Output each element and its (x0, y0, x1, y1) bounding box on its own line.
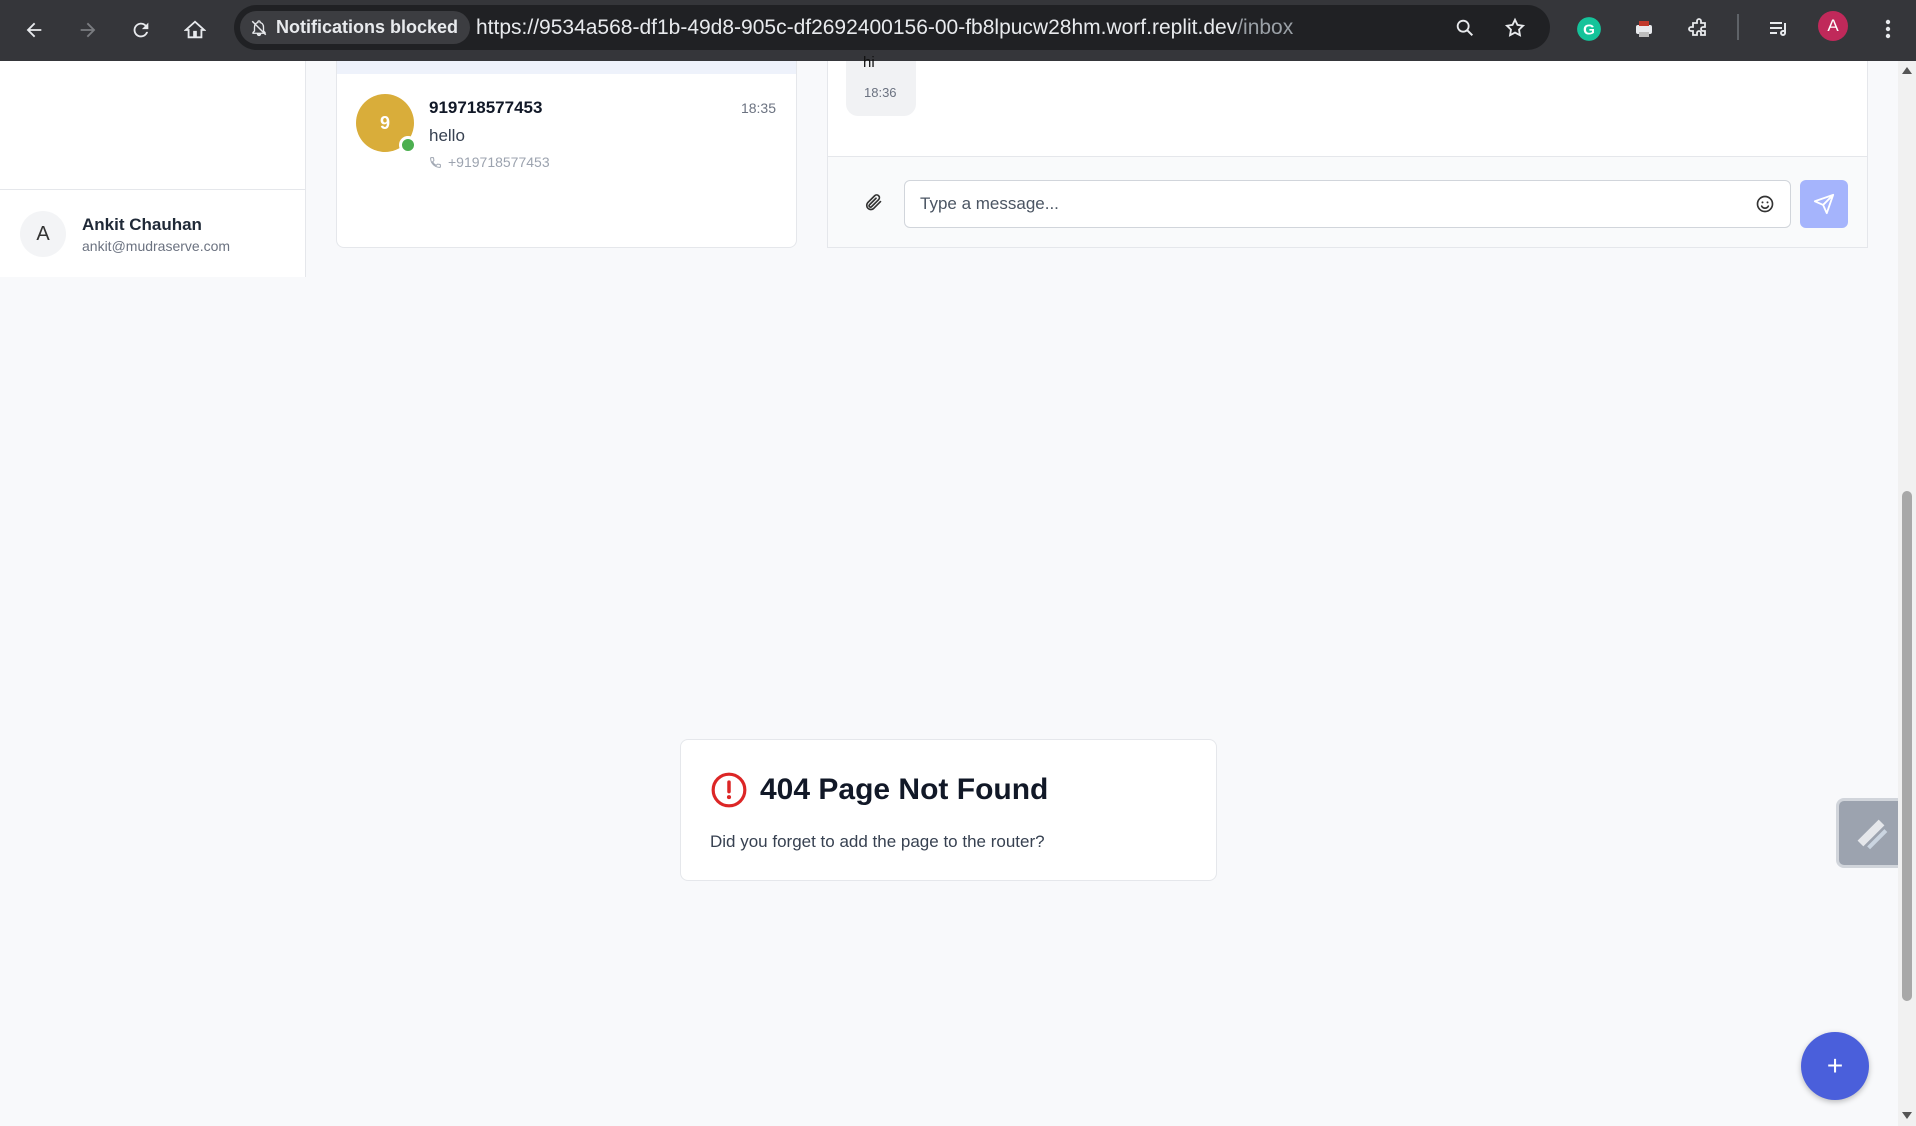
chat-panel: hi 18:36 (827, 54, 1868, 248)
extensions-button[interactable] (1682, 12, 1716, 46)
send-icon (1813, 193, 1835, 215)
sidebar: A Ankit Chauhan ankit@mudraserve.com (0, 61, 306, 277)
browser-menu-button[interactable] (1871, 12, 1905, 46)
paperclip-icon (865, 194, 882, 211)
smiley-icon (1756, 195, 1774, 213)
not-found-description: Did you forget to add the page to the ro… (710, 832, 1045, 851)
cast-extension[interactable] (1627, 12, 1661, 46)
emoji-button[interactable] (1753, 192, 1777, 216)
zoom-button[interactable] (1452, 15, 1478, 41)
replit-badge[interactable] (1836, 798, 1906, 868)
playlist-icon (1770, 22, 1786, 36)
page-scrollbar[interactable] (1898, 61, 1916, 1126)
current-user[interactable]: A Ankit Chauhan ankit@mudraserve.com (20, 211, 230, 257)
notifications-blocked-chip[interactable]: Notifications blocked (240, 11, 471, 44)
conversation-list: 9 919718577453 18:35 hello +919718577453 (336, 61, 797, 248)
contact-phone: +919718577453 (429, 154, 550, 170)
svg-text:G: G (1583, 21, 1595, 38)
contact-name: 919718577453 (429, 98, 543, 117)
message-text: hi (863, 54, 875, 71)
message-time: 18:36 (864, 85, 897, 100)
attach-button[interactable] (858, 187, 888, 217)
not-found-title: 404 Page Not Found (760, 773, 1049, 806)
forward-button[interactable] (70, 12, 106, 48)
reload-icon (133, 22, 149, 38)
user-info: Ankit Chauhan ankit@mudraserve.com (82, 215, 230, 254)
message-composer (828, 156, 1867, 247)
grammarly-icon: G (1577, 17, 1601, 41)
new-conversation-fab[interactable]: + (1801, 1032, 1869, 1100)
arrow-left-icon (26, 22, 42, 38)
url-text: https://9534a568-df1b-49d8-905c-df269240… (476, 16, 1293, 40)
sidebar-divider (0, 189, 306, 190)
arrow-right-icon (80, 22, 96, 38)
user-avatar: A (20, 211, 66, 257)
notifications-blocked-label: Notifications blocked (276, 17, 459, 37)
user-name: Ankit Chauhan (82, 214, 202, 234)
url-path: /inbox (1237, 16, 1294, 39)
alert-circle-icon (711, 772, 747, 808)
home-button[interactable] (177, 12, 213, 48)
app-page: A Ankit Chauhan ankit@mudraserve.com 9 9… (0, 54, 1906, 1126)
star-icon (1504, 17, 1526, 37)
contact-phone-text: +919718577453 (448, 154, 550, 170)
grammarly-extension[interactable]: G (1572, 12, 1606, 46)
not-found-header: 404 Page Not Found (710, 771, 1048, 809)
conversation-item[interactable]: 9 919718577453 18:35 hello +919718577453 (337, 74, 796, 174)
scroll-up-arrow[interactable] (1902, 67, 1912, 74)
puzzle-icon (1688, 18, 1706, 36)
magnifier-icon (1456, 19, 1474, 37)
send-button[interactable] (1800, 180, 1848, 228)
address-bar[interactable]: Notifications blocked https://9534a568-d… (234, 5, 1550, 50)
scroll-down-arrow[interactable] (1902, 1112, 1912, 1119)
url-main: https://9534a568-df1b-49d8-905c-df269240… (476, 16, 1238, 39)
user-email: ankit@mudraserve.com (82, 237, 231, 254)
back-button[interactable] (16, 12, 52, 48)
conversation-time: 18:35 (740, 100, 776, 116)
phone-icon (430, 156, 441, 168)
kebab-menu-icon (1885, 19, 1891, 39)
reload-button[interactable] (123, 12, 159, 48)
toolbar-separator (1737, 14, 1739, 40)
media-controls-button[interactable] (1762, 12, 1796, 46)
browser-toolbar: Notifications blocked https://9534a568-d… (0, 0, 1916, 61)
profile-avatar[interactable]: A (1818, 11, 1848, 41)
message-bubble: hi 18:36 (846, 54, 916, 116)
not-found-card: 404 Page Not Found Did you forget to add… (680, 739, 1217, 881)
selected-conversation-strip[interactable] (337, 61, 796, 74)
home-icon (184, 20, 206, 39)
message-input[interactable] (904, 180, 1791, 228)
last-message-preview: hello (429, 126, 465, 145)
bell-off-icon (251, 19, 267, 36)
replit-logo-icon (1857, 819, 1888, 850)
bookmark-button[interactable] (1502, 15, 1528, 41)
printer-icon (1636, 21, 1652, 37)
online-status-dot (399, 136, 417, 154)
scroll-thumb[interactable] (1902, 491, 1912, 1001)
